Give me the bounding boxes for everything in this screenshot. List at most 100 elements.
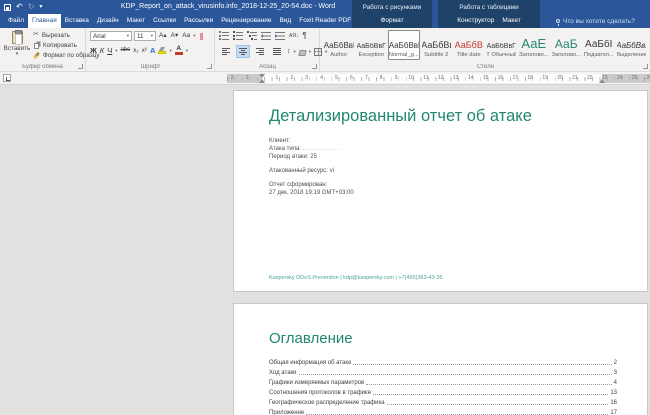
clipboard-dialog-launcher[interactable] [78, 64, 83, 69]
toc-entry[interactable]: Общая информация об атаке2 [269, 356, 617, 366]
numbering-button[interactable] [233, 32, 243, 40]
style-Title-date[interactable]: АаБбВTitle date [453, 30, 485, 60]
sort-button[interactable]: АЯ↓ [289, 32, 298, 40]
toc-entry[interactable]: Географическое распределение трафика16 [269, 396, 617, 406]
style-name: Подзагол... [584, 52, 614, 58]
paragraph-group: АЯ↓ ¶ ↕ ▾ ▾ [216, 28, 320, 71]
document-page-2[interactable]: Оглавление Общая информация об атаке2Ход… [233, 303, 648, 415]
show-paragraph-marks-button[interactable]: ¶ [302, 31, 306, 40]
toc-page-number: 2 [614, 360, 617, 366]
tab-Макет[interactable]: Макет [123, 14, 149, 28]
toc-entry[interactable]: Ход атаки 3 [269, 366, 617, 376]
style-Normal_g-[interactable]: АаБбВвГNormal_g... [388, 30, 420, 60]
toc-entry[interactable]: Графики измеряемых параметров4 [269, 376, 617, 386]
paintbrush-icon [33, 51, 40, 58]
underline-button[interactable]: Ч [107, 45, 112, 56]
style-Заголово-[interactable]: АаБЗаголово... [551, 30, 583, 60]
client-line: Клиент: [269, 137, 354, 145]
underline-dropdown-icon: ▾ [115, 48, 117, 54]
bullets-button[interactable] [219, 32, 229, 40]
tab-Главная[interactable]: Главная [28, 14, 61, 28]
justify-button[interactable] [270, 45, 284, 58]
toc-entry-title: Ход атаки [269, 370, 297, 376]
align-center-button[interactable] [236, 45, 250, 58]
toc-page-number: 3 [614, 370, 617, 376]
style-Заголово-[interactable]: АаЕЗаголово... [518, 30, 550, 60]
undo-icon[interactable]: ↶ [16, 0, 23, 14]
strikethrough-button[interactable]: abc [120, 45, 130, 56]
toc-entry[interactable]: Приложение17 [269, 406, 617, 415]
decrease-indent-button[interactable] [261, 32, 271, 40]
align-right-button[interactable] [253, 45, 267, 58]
ruler-number: 9 [395, 75, 398, 82]
tab-Вид[interactable]: Вид [275, 14, 295, 28]
tab-Рецензирование[interactable]: Рецензирование [217, 14, 275, 28]
style-sample: АаБбВвГ [389, 42, 419, 50]
tab-Вставка[interactable]: Вставка [61, 14, 93, 28]
ruler-number: 22 [587, 75, 593, 82]
paste-button[interactable]: Вставить ▾ [3, 30, 31, 61]
clear-formatting-icon[interactable] [200, 33, 203, 40]
tab-Рассылки[interactable]: Рассылки [180, 14, 217, 28]
ribbon: Вставить ▾ ✂ Вырезать Копировать Формат … [0, 28, 650, 72]
ruler-number: 25 [632, 75, 638, 82]
superscript-button[interactable]: х² [142, 45, 147, 56]
tab-Конструктор[interactable]: Конструктор [453, 14, 498, 28]
font-size-value: 11 [137, 33, 149, 40]
grow-font-button[interactable]: А▴ [158, 31, 168, 41]
subscript-button[interactable]: х₂ [133, 45, 139, 56]
page-footer: Kaspersky DDoS Prevention | kdp@kaspersk… [269, 275, 443, 281]
ruler-number-margin: 2 [231, 75, 234, 82]
style-Т-Обычный[interactable]: АаБбВвГТ Обычный [486, 30, 518, 60]
tab-stop-selector[interactable] [3, 74, 11, 82]
tell-me[interactable]: Что вы хотите сделать? [556, 14, 635, 28]
save-icon[interactable] [4, 4, 11, 11]
multilevel-list-button[interactable] [247, 32, 257, 40]
font-color-button[interactable]: А [175, 46, 183, 55]
style-Подзагол-[interactable]: АаБбІПодзагол... [583, 30, 615, 60]
line-spacing-button[interactable]: ↕ [287, 47, 291, 57]
tab-Дизайн[interactable]: Дизайн [93, 14, 123, 28]
font-family-dropdown-icon: ▾ [127, 33, 129, 39]
copy-icon [34, 43, 39, 49]
tab-Макет[interactable]: Макет [498, 14, 524, 28]
font-color-dropdown-icon: ▾ [186, 48, 188, 54]
font-size-combobox[interactable]: 11 ▾ [134, 31, 156, 41]
style-Subtitle-2[interactable]: АаБбВвSubtitle 2 [421, 30, 453, 60]
ruler-number: 11 [423, 75, 428, 82]
right-indent-marker[interactable] [599, 76, 605, 83]
styles-dialog-launcher[interactable] [643, 64, 648, 69]
horizontal-ruler[interactable]: 2112345678910111213141516171819202122232… [227, 74, 650, 83]
align-left-button[interactable] [219, 45, 233, 58]
change-case-button[interactable]: Аа [181, 31, 191, 41]
font-family-combobox[interactable]: Arial ▾ [90, 31, 132, 41]
ruler-number: 17 [513, 75, 519, 82]
paragraph-dialog-launcher[interactable] [312, 64, 317, 69]
toc-entry[interactable]: Соотношения протоколов в трафике13 [269, 386, 617, 396]
tab-Ссылки[interactable]: Ссылки [149, 14, 180, 28]
style-Выделение[interactable]: АаБбВвГВыделение [616, 30, 648, 60]
ruler-number: 24 [617, 75, 623, 82]
italic-button[interactable]: К [100, 45, 104, 56]
shrink-font-button[interactable]: А▾ [170, 31, 180, 41]
text-effects-button[interactable]: А [150, 45, 155, 56]
tab-Файл[interactable]: Файл [4, 14, 28, 28]
change-case-dropdown-icon: ▾ [193, 33, 195, 39]
hanging-indent-marker[interactable] [259, 76, 265, 83]
style-Exception[interactable]: АаБбВвГException [356, 30, 388, 60]
font-dialog-launcher[interactable] [207, 64, 212, 69]
tab-Foxit Reader PDF[interactable]: Foxit Reader PDF [295, 14, 355, 28]
highlight-button[interactable] [158, 47, 166, 54]
bold-button[interactable]: Ж [90, 45, 97, 56]
increase-indent-button[interactable] [275, 32, 285, 40]
style-Author[interactable]: АаБбВвГAuthor [323, 30, 355, 60]
document-page-1[interactable]: Детализированный отчет об атаке Клиент: … [233, 90, 648, 292]
ruler-number: 14 [468, 75, 474, 82]
shading-button[interactable] [298, 50, 306, 56]
tab-Формат[interactable]: Формат [376, 14, 407, 28]
contextual-tabs-2: КонструкторМакет [438, 14, 540, 28]
style-name: Заголово... [551, 52, 581, 58]
style-name: Т Обычный [486, 52, 516, 58]
document-area[interactable]: Детализированный отчет об атаке Клиент: … [0, 85, 650, 415]
attack-period-line: Период атаки: 25 [269, 153, 354, 161]
